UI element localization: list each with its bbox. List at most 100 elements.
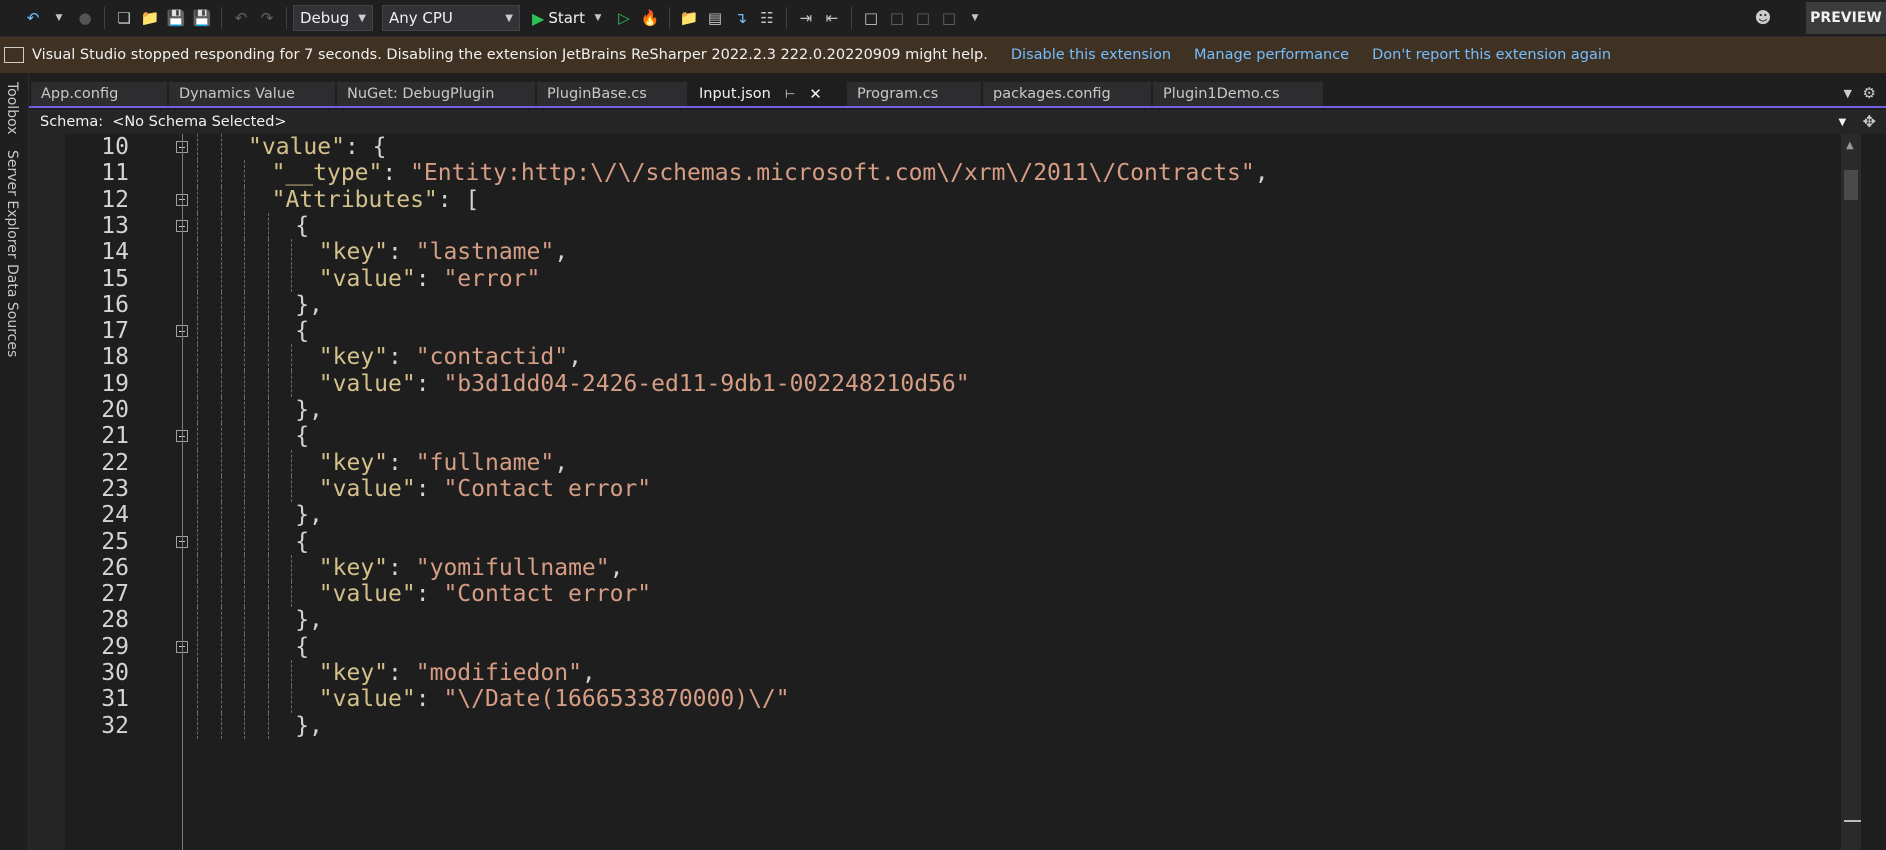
- code-line[interactable]: 21 {: [29, 423, 1841, 450]
- split-window-icon[interactable]: ✥: [1863, 112, 1876, 131]
- scrollbar-thumb[interactable]: [1844, 170, 1858, 200]
- solution-platform-select[interactable]: Any CPU ▼: [382, 5, 520, 31]
- tab-label: Input.json: [699, 86, 771, 102]
- toolbox-tab[interactable]: Toolbox: [4, 82, 20, 135]
- pin-icon[interactable]: ⊢: [785, 87, 795, 101]
- indent-guide: [197, 160, 198, 187]
- start-group[interactable]: ▶ Start ▼ ▷ 🔥 📁 ▤ ↴ ☷ ⇥ ⇤ □ □ □ □ ▼: [532, 0, 988, 36]
- start-button[interactable]: Start: [548, 9, 585, 27]
- dropdown-arrow-icon[interactable]: ▼: [587, 5, 609, 31]
- code-line[interactable]: 29 {: [29, 633, 1841, 660]
- outdent-icon[interactable]: ⇤: [821, 5, 843, 31]
- indent-guide: [197, 528, 198, 555]
- tab-program-cs[interactable]: Program.cs: [847, 82, 981, 106]
- code-line[interactable]: 24},: [29, 502, 1841, 529]
- layout-icon[interactable]: ▤: [704, 5, 726, 31]
- toolbar-overflow-icon[interactable]: ▼: [964, 5, 986, 31]
- code-line[interactable]: 26 "key": "yomifullname",: [29, 554, 1841, 582]
- line-number: 20: [101, 397, 129, 423]
- code-line[interactable]: 27 "value": "Contact error": [29, 581, 1841, 608]
- code-line[interactable]: 14 "key": "lastname",: [29, 239, 1841, 266]
- code-line[interactable]: 20},: [29, 397, 1841, 424]
- code-line[interactable]: 11 "__type": "Entity:http:\/\/schemas.mic…: [29, 160, 1841, 187]
- redo-icon[interactable]: ↷: [256, 5, 278, 31]
- close-icon[interactable]: ✕: [809, 85, 822, 103]
- save-icon[interactable]: 💾: [165, 5, 187, 31]
- feedback-icon[interactable]: ☻: [1752, 6, 1774, 28]
- preview-button[interactable]: PREVIEW: [1806, 2, 1886, 34]
- json-key-token: "Attributes": [271, 186, 438, 213]
- code-line[interactable]: 17 {: [29, 318, 1841, 345]
- tab-plugin1demo-cs[interactable]: Plugin1Demo.cs: [1153, 82, 1323, 106]
- code-line[interactable]: 28},: [29, 607, 1841, 634]
- step-into-icon[interactable]: ↴: [730, 5, 752, 31]
- navigate-forward-icon[interactable]: ●: [74, 5, 96, 31]
- dont-report-link[interactable]: Don't report this extension again: [1372, 47, 1611, 63]
- undo-icon[interactable]: ↶: [230, 5, 252, 31]
- disable-extension-link[interactable]: Disable this extension: [1011, 47, 1171, 63]
- code-text: "value": "error": [319, 266, 541, 292]
- punctuation-token: ,: [1254, 160, 1269, 187]
- tab-dynamics-value[interactable]: Dynamics Value: [169, 82, 335, 106]
- schema-select[interactable]: <No Schema Selected> ▼: [112, 111, 1852, 133]
- scroll-up-arrow-icon[interactable]: ▲: [1846, 140, 1854, 151]
- code-line[interactable]: 16},: [29, 291, 1841, 319]
- code-line[interactable]: 15 "value": "error": [29, 265, 1841, 292]
- indent-guide: [267, 607, 269, 634]
- tab-input-json[interactable]: Input.json ⊢ ✕: [689, 82, 845, 106]
- solution-configuration-select[interactable]: Debug ▼: [293, 5, 373, 31]
- code-line[interactable]: 18 "key": "contactid",: [29, 344, 1841, 371]
- indent-guide: [197, 554, 198, 582]
- code-line[interactable]: 30 "key": "modifiedon",: [29, 660, 1841, 687]
- tab-pluginbase-cs[interactable]: PluginBase.cs: [537, 82, 687, 106]
- code-line[interactable]: 12 "Attributes": [: [29, 186, 1841, 213]
- hot-reload-icon[interactable]: 🔥: [639, 5, 661, 31]
- document-tab-bar: App.config Dynamics Value NuGet: DebugPl…: [29, 74, 1886, 108]
- previous-bookmark-icon[interactable]: □: [886, 5, 908, 31]
- code-line[interactable]: 22 "key": "fullname",: [29, 449, 1841, 476]
- gear-icon[interactable]: ⚙: [1863, 84, 1876, 102]
- code-line[interactable]: 31 "value": "\/Date(1666533870000)\/": [29, 686, 1841, 713]
- indent-guide: [220, 239, 222, 266]
- indent-guide: [267, 212, 269, 240]
- dropdown-arrow-icon[interactable]: ▼: [48, 5, 70, 31]
- server-explorer-tab[interactable]: Server Explorer: [4, 150, 20, 259]
- code-line[interactable]: 10 "value": {: [29, 134, 1841, 161]
- json-string-token: "Contact error": [443, 475, 652, 502]
- vertical-scrollbar[interactable]: ▲: [1841, 134, 1872, 850]
- save-all-icon[interactable]: 💾: [191, 5, 213, 31]
- indent-guide: [267, 265, 269, 292]
- bookmark-icon[interactable]: □: [860, 5, 882, 31]
- tab-app-config[interactable]: App.config: [31, 82, 167, 106]
- clear-bookmarks-icon[interactable]: □: [938, 5, 960, 31]
- json-key-token: "key": [318, 344, 389, 371]
- code-text: {: [295, 634, 309, 660]
- code-line[interactable]: 32},: [29, 712, 1841, 739]
- solution-explorer-icon[interactable]: 📁: [678, 5, 700, 31]
- indent-guide: [220, 554, 222, 582]
- open-folder-icon[interactable]: 📁: [139, 5, 161, 31]
- new-project-icon[interactable]: ❏: [113, 5, 135, 31]
- line-number: 12: [101, 186, 129, 213]
- code-text: "key": "yomifullname",: [319, 555, 624, 581]
- code-line[interactable]: 19 "value": "b3d1dd04-2426-ed11-9db1-0022…: [29, 370, 1841, 397]
- code-text: {: [295, 529, 309, 555]
- manage-performance-link[interactable]: Manage performance: [1194, 47, 1349, 63]
- indent-icon[interactable]: ⇥: [795, 5, 817, 31]
- code-line[interactable]: 13 {: [29, 212, 1841, 240]
- step-over-icon[interactable]: ☷: [756, 5, 778, 31]
- json-string-token: "modifiedon": [415, 660, 582, 686]
- tab-overflow-chevron-icon[interactable]: ▼: [1844, 87, 1852, 100]
- tab-packages-config[interactable]: packages.config: [983, 82, 1151, 106]
- indent-guide: [197, 212, 198, 240]
- next-bookmark-icon[interactable]: □: [912, 5, 934, 31]
- code-line[interactable]: 23 "value": "Contact error": [29, 475, 1841, 503]
- indent-guide: [197, 134, 198, 161]
- tab-nuget-debugplugin[interactable]: NuGet: DebugPlugin: [337, 82, 535, 106]
- code-line[interactable]: 25 {: [29, 528, 1841, 555]
- punctuation-token: : [: [437, 186, 480, 213]
- start-without-debugging-icon[interactable]: ▷: [613, 5, 635, 31]
- navigate-back-icon[interactable]: ↶: [22, 5, 44, 31]
- code-editor[interactable]: 10 "value": {11 "__type": "Entity:http:\/\…: [29, 134, 1841, 850]
- data-sources-tab[interactable]: Data Sources: [4, 264, 20, 357]
